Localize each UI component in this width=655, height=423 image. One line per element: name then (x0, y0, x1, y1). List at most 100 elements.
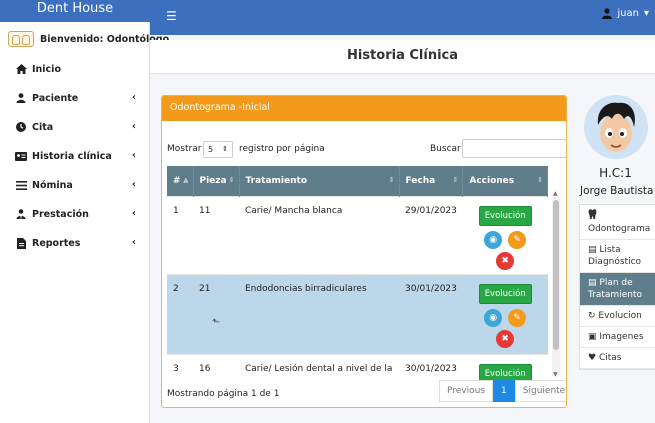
cell-tratamiento: Carie/ Lesión dental a nivel de la (239, 353, 399, 384)
pagination-page[interactable]: 1 (493, 380, 515, 402)
user-tie-icon (15, 209, 27, 219)
home-icon (15, 64, 27, 74)
cell-number: 1 (167, 195, 193, 274)
pagination: Previous 1 Siguiente (439, 380, 566, 402)
user-icon (602, 8, 613, 19)
patient-avatar (584, 95, 648, 159)
edit-icon[interactable]: ✎ (508, 230, 527, 249)
list-alt-icon: ▤ (588, 245, 597, 255)
clipboard-icon: ▤ (588, 278, 597, 288)
tooth-icon (588, 209, 652, 223)
evolucion-button[interactable]: Evolución (478, 205, 532, 226)
cell-actions: Evolución ◉ ✎ ✖ (462, 273, 548, 354)
menu-item-odontograma[interactable]: Odontograma (580, 205, 655, 240)
sync-icon: ↻ (588, 311, 596, 321)
menu-item-evolucion[interactable]: ↻ Evolucion (580, 306, 655, 327)
chevron-left-icon: ‹ (131, 179, 136, 190)
scroll-down-icon[interactable]: ▼ (553, 371, 558, 378)
sort-icon: ⇕ (452, 176, 459, 184)
menu-label: Evolucion (598, 311, 642, 321)
patient-menu: Odontograma ▤ Lista Diagnóstico ▤ Plan d… (579, 204, 655, 370)
sidebar-item-label: Historia clínica (32, 150, 112, 162)
search-label: Buscar (430, 144, 461, 154)
sidebar-item-historia-clinica[interactable]: Historia clínica ‹ (0, 146, 150, 166)
menu-item-imagenes[interactable]: ▣ Imagenes (580, 327, 655, 348)
page-length-value: 5 (208, 145, 214, 154)
table-row[interactable]: 1 11 Carie/ Mancha blanca 29/01/2023 Evo… (167, 195, 548, 274)
sidebar-item-label: Inicio (32, 63, 61, 75)
cell-fecha: 30/01/2023 (399, 273, 463, 354)
user-icon (15, 93, 27, 103)
menu-label: Citas (598, 353, 622, 363)
sidebar-item-label: Nómina (32, 179, 73, 191)
sort-icon: ⇕ (537, 176, 543, 184)
sidebar-item-label: Cita (32, 121, 54, 133)
sidebar-item-cita[interactable]: Cita ‹ (0, 117, 150, 137)
pagination-previous[interactable]: Previous (439, 380, 494, 402)
column-header-pieza[interactable]: Pieza ⇕ (193, 166, 240, 196)
table-controls: Mostrar 5 ⇕ registro por página Buscar (167, 139, 566, 159)
caret-down-icon: ▾ (643, 8, 649, 19)
sidebar-item-prestacion[interactable]: Prestación ‹ (0, 204, 150, 224)
menu-label: Plan de Tratamiento (588, 278, 642, 300)
cell-tratamiento: Endodoncias birradiculares (239, 273, 399, 354)
scroll-up-icon[interactable]: ▲ (553, 190, 558, 197)
page-length-select[interactable]: 5 ⇕ (203, 141, 233, 158)
list-icon (15, 180, 27, 190)
odontogram-panel: Odontograma -Inicial Mostrar 5 ⇕ registr… (161, 95, 567, 408)
sort-icon: ⇕ (388, 176, 395, 184)
sidebar-item-inicio[interactable]: Inicio (0, 59, 150, 79)
welcome-banner: Bienvenido: Odontólogo (8, 31, 169, 47)
user-menu[interactable]: juan ▾ (602, 8, 649, 19)
top-navbar: ☰ juan ▾ (150, 0, 655, 35)
evolucion-button[interactable]: Evolución (478, 283, 532, 304)
sidebar-item-reportes[interactable]: Reportes ‹ (0, 233, 150, 253)
sidebar: Bienvenido: Odontólogo Inicio Paciente ‹… (0, 22, 169, 423)
delete-icon[interactable]: ✖ (496, 329, 515, 348)
menu-item-lista-diagnostico[interactable]: ▤ Lista Diagnóstico (580, 240, 655, 273)
table-info: Mostrando página 1 de 1 (167, 389, 280, 399)
chevron-left-icon: ‹ (131, 237, 136, 248)
cell-number: 3 (167, 353, 193, 384)
camera-icon[interactable]: ◉ (484, 230, 503, 249)
menu-item-plan-tratamiento[interactable]: ▤ Plan de Tratamiento (580, 273, 655, 306)
column-header-acciones[interactable]: Acciones ⇕ (462, 166, 548, 196)
chevron-left-icon: ‹ (131, 121, 136, 132)
edit-icon[interactable]: ✎ (508, 308, 527, 327)
search-input[interactable] (462, 139, 566, 158)
page-title-bar: Historia Clínica (150, 40, 655, 74)
sort-icon: ⇕ (228, 176, 235, 184)
menu-item-citas[interactable]: ♥ Citas (580, 348, 655, 369)
cell-tratamiento: Carie/ Mancha blanca (239, 195, 399, 274)
chevron-left-icon: ‹ (131, 208, 136, 219)
brand-logo[interactable]: Dent House (0, 0, 150, 22)
show-label: Mostrar (167, 144, 202, 154)
column-header-tratamiento[interactable]: Tratamiento ⇕ (239, 166, 400, 196)
delete-icon[interactable]: ✖ (496, 251, 515, 270)
table-row[interactable]: 2 21 Endodoncias birradiculares 30/01/20… (167, 273, 548, 354)
column-header-fecha[interactable]: Fecha ⇕ (399, 166, 464, 196)
scrollbar-thumb[interactable] (553, 200, 559, 350)
sidebar-item-paciente[interactable]: Paciente ‹ (0, 88, 150, 108)
chevron-left-icon: ‹ (131, 92, 136, 103)
per-page-label: registro por página (239, 144, 325, 154)
chevron-left-icon: ‹ (131, 150, 136, 161)
sort-asc-icon: ▲ (183, 176, 189, 184)
column-header-number[interactable]: # ▲ (167, 166, 194, 196)
user-name: juan (617, 8, 639, 19)
hamburger-icon[interactable]: ☰ (166, 9, 177, 23)
table-scrollbar[interactable]: ▲ ▼ (552, 190, 560, 378)
pagination-next[interactable]: Siguiente (514, 380, 566, 402)
cell-number: 2 (167, 273, 193, 354)
file-icon (15, 237, 27, 249)
heart-icon: ♥ (588, 353, 597, 363)
select-arrows-icon: ⇕ (222, 145, 228, 153)
cell-pieza: 21 (193, 273, 239, 354)
id-card-icon (15, 151, 27, 161)
image-icon: ▣ (588, 332, 597, 342)
panel-title: Odontograma -Inicial (162, 96, 566, 121)
sidebar-item-label: Paciente (32, 92, 79, 104)
camera-icon[interactable]: ◉ (484, 308, 503, 327)
sidebar-item-label: Reportes (32, 237, 81, 249)
sidebar-item-nomina[interactable]: Nómina ‹ (0, 175, 150, 195)
